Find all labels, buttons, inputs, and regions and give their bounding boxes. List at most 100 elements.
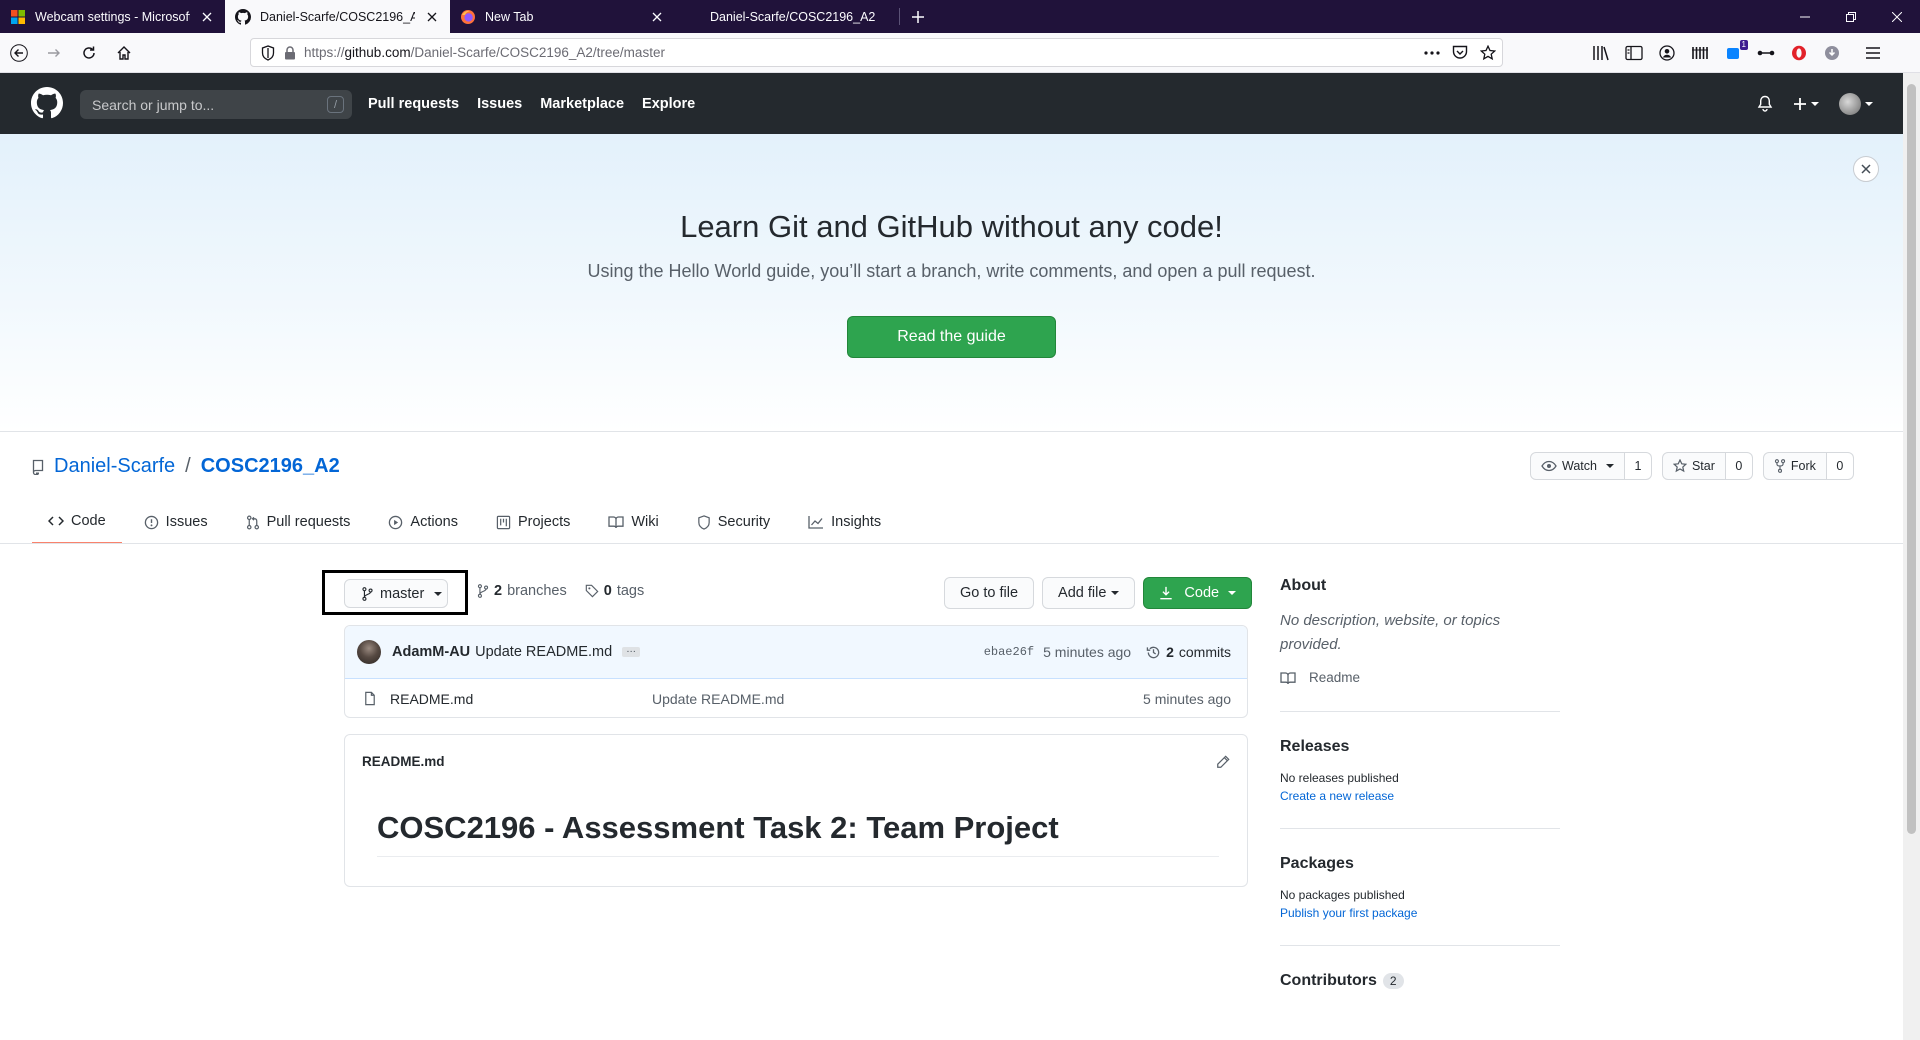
back-button[interactable] [3, 37, 35, 69]
branches-link[interactable]: 2 branches [477, 583, 567, 599]
avatar[interactable] [357, 640, 381, 664]
tab-code[interactable]: Code [32, 500, 122, 544]
close-window-button[interactable] [1874, 0, 1920, 33]
connector-icon[interactable] [1755, 42, 1777, 64]
extension-badge-icon[interactable]: 1 [1722, 40, 1748, 64]
forward-button[interactable] [38, 37, 70, 69]
tab-wiki[interactable]: Wiki [592, 500, 674, 544]
code-download-button[interactable]: Code [1143, 577, 1253, 609]
home-button[interactable] [108, 37, 140, 69]
about-description: No description, website, or topics provi… [1280, 612, 1501, 653]
read-the-guide-button[interactable]: Read the guide [847, 316, 1056, 358]
restore-button[interactable] [1828, 0, 1874, 33]
page-actions-icon[interactable] [1424, 50, 1440, 55]
watch-button[interactable]: Watch [1530, 452, 1625, 480]
github-logo-icon[interactable] [31, 87, 63, 119]
close-icon[interactable] [649, 9, 665, 25]
browser-tab[interactable]: Daniel-Scarfe/COSC2196_A2 [675, 0, 900, 33]
contributors-heading[interactable]: Contributors 2 [1280, 972, 1560, 990]
watch-count[interactable]: 1 [1624, 452, 1652, 480]
tab-projects[interactable]: Projects [480, 500, 586, 544]
edit-pencil-icon[interactable] [1216, 755, 1230, 769]
nav-explore[interactable]: Explore [642, 96, 695, 112]
reload-button[interactable] [73, 37, 105, 69]
add-file-button[interactable]: Add file [1042, 577, 1136, 609]
issue-opened-icon [144, 515, 158, 529]
lock-icon[interactable] [284, 45, 296, 60]
create-new-dropdown[interactable] [1793, 97, 1819, 111]
download-extension-icon[interactable] [1821, 42, 1843, 64]
file-name-link[interactable]: README.md [390, 691, 652, 707]
repo-owner-link[interactable]: Daniel-Scarfe [54, 455, 175, 478]
hamburger-menu-icon[interactable] [1862, 42, 1884, 64]
pocket-icon[interactable] [1452, 45, 1468, 60]
browser-tab-active[interactable]: Daniel-Scarfe/COSC2196_A2 [225, 0, 450, 33]
microsoft-icon [10, 9, 26, 25]
fork-count[interactable]: 0 [1826, 452, 1854, 480]
sidebar-divider [1280, 945, 1560, 946]
tab-insights[interactable]: Insights [792, 500, 897, 544]
packages-heading[interactable]: Packages [1280, 855, 1560, 873]
address-bar[interactable]: https://github.com/Daniel-Scarfe/COSC219… [250, 38, 1503, 67]
github-primary-nav: Pull requests Issues Marketplace Explore [368, 73, 695, 134]
star-button[interactable]: Star [1661, 452, 1726, 480]
commits-history-link[interactable]: 2 commits [1146, 644, 1231, 660]
fork-label: Fork [1790, 459, 1816, 473]
file-commit-message-link[interactable]: Update README.md [652, 691, 784, 707]
expand-commit-message-button[interactable]: … [622, 645, 641, 657]
chevron-down-icon [1865, 101, 1873, 106]
notifications-bell-icon[interactable] [1757, 95, 1773, 112]
go-to-file-button[interactable]: Go to file [944, 577, 1035, 609]
watch-button-group: Watch 1 [1530, 452, 1652, 480]
sidebar-divider [1280, 711, 1560, 712]
create-release-link[interactable]: Create a new release [1280, 789, 1560, 803]
readme-link[interactable]: Readme [1280, 670, 1560, 685]
account-icon[interactable] [1656, 42, 1678, 64]
contributors-count: 2 [1382, 973, 1404, 989]
tab-label: Wiki [631, 514, 659, 530]
page-scrollbar[interactable] [1903, 73, 1920, 1040]
tab-title: Daniel-Scarfe/COSC2196_A2 [260, 9, 415, 24]
user-menu-dropdown[interactable] [1839, 92, 1873, 115]
browser-tab[interactable]: Webcam settings - Microsoft T [0, 0, 225, 33]
opera-icon[interactable] [1788, 42, 1810, 64]
browser-tab[interactable]: New Tab [450, 0, 675, 33]
bookmark-star-icon[interactable] [1480, 44, 1496, 61]
commit-author-link[interactable]: AdamM-AU [392, 644, 470, 660]
branch-select-button[interactable]: master [344, 579, 448, 608]
commit-sha-link[interactable]: ebae26f [984, 645, 1034, 659]
extension-bars-icon[interactable] [1689, 42, 1711, 64]
urlbar-actions [1424, 39, 1496, 66]
nav-pull-requests[interactable]: Pull requests [368, 96, 459, 112]
file-row[interactable]: README.md Update README.md 5 minutes ago [345, 679, 1247, 717]
publish-package-link[interactable]: Publish your first package [1280, 906, 1560, 920]
git-branch-icon [477, 584, 489, 598]
repo-name-link[interactable]: COSC2196_A2 [201, 455, 340, 478]
tab-pull-requests[interactable]: Pull requests [230, 500, 367, 544]
minimize-button[interactable] [1782, 0, 1828, 33]
nav-marketplace[interactable]: Marketplace [540, 96, 624, 112]
git-branch-icon [362, 586, 373, 601]
star-count[interactable]: 0 [1725, 452, 1753, 480]
commit-message-link[interactable]: Update README.md [475, 644, 612, 660]
close-icon[interactable] [199, 9, 215, 25]
tab-actions[interactable]: Actions [372, 500, 474, 544]
sidebar-icon[interactable] [1623, 42, 1645, 64]
dismiss-banner-button[interactable] [1853, 156, 1879, 182]
tab-security[interactable]: Security [681, 500, 786, 544]
scrollbar-thumb[interactable] [1907, 84, 1916, 834]
close-icon[interactable] [424, 9, 440, 25]
library-icon[interactable] [1590, 42, 1612, 64]
new-tab-button[interactable] [900, 0, 936, 33]
sidebar-divider [1280, 828, 1560, 829]
commit-age: 5 minutes ago [1043, 644, 1132, 660]
tab-issues[interactable]: Issues [128, 500, 224, 544]
readme-link-label: Readme [1309, 670, 1361, 685]
fork-button[interactable]: Fork [1762, 452, 1827, 480]
tracking-shield-icon[interactable] [261, 44, 275, 61]
url-prefix: https:// [304, 45, 345, 60]
releases-heading[interactable]: Releases [1280, 738, 1560, 756]
tags-link[interactable]: 0 tags [585, 583, 644, 599]
nav-issues[interactable]: Issues [477, 96, 522, 112]
search-input[interactable]: Search or jump to... / [80, 90, 352, 119]
